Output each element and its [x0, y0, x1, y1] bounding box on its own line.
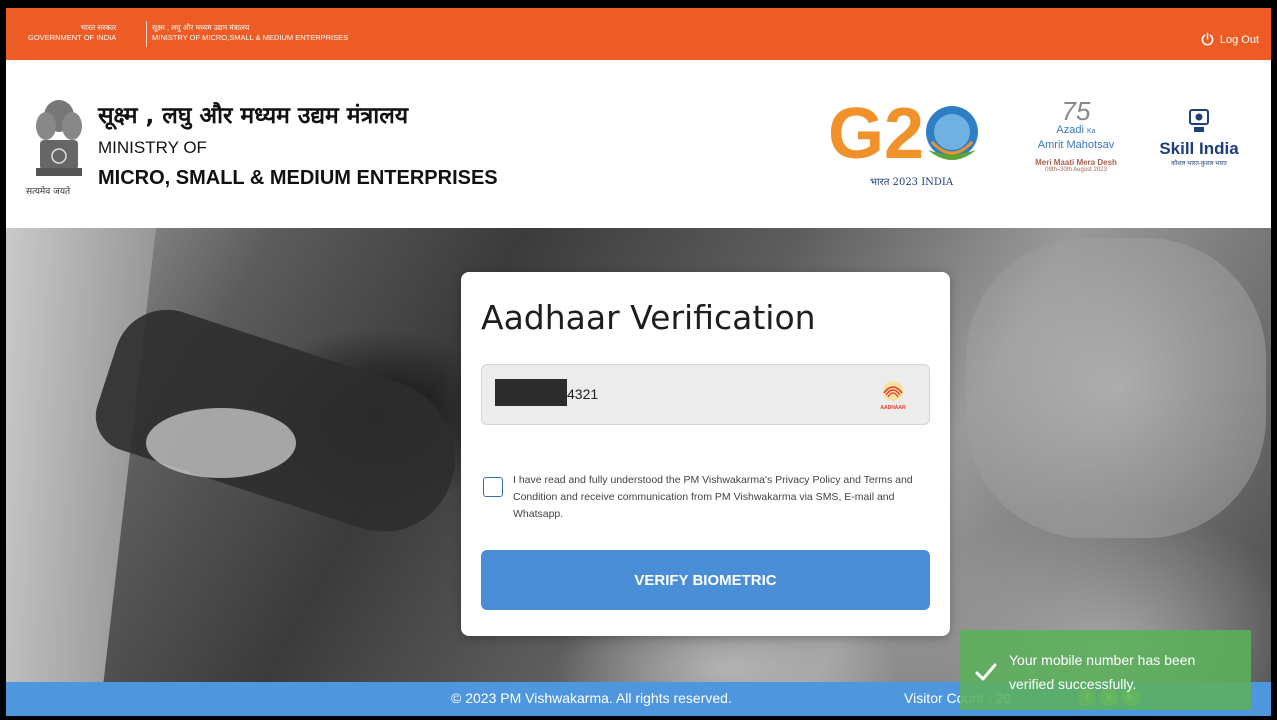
skill-india-title: Skill India [1159, 139, 1239, 158]
gov-english: GOVERNMENT OF INDIA [28, 33, 117, 42]
amrit-ka: Ka [1087, 128, 1096, 135]
toast-message: Your mobile number has been verified suc… [1009, 652, 1196, 692]
amrit-meri-maati: Meri Maati Mera Desh [1035, 158, 1117, 167]
ministry-small-label: सूक्ष्म , लघु और मध्यम उद्यम मंत्रालय MI… [152, 23, 348, 43]
aadhaar-verification-card: Aadhaar Verification 4321 AADHAAR I have… [461, 272, 950, 636]
gov-hindi: भारत सरकार [80, 23, 117, 32]
amrit-mahotsav: Amrit Mahotsav [1037, 139, 1115, 151]
logout-button[interactable]: Log Out [1200, 32, 1259, 47]
power-icon [1201, 32, 1214, 46]
top-strip: भारत सरकार GOVERNMENT OF INDIA सूक्ष्म ,… [6, 8, 1271, 60]
logout-label: Log Out [1219, 33, 1259, 46]
ministry-name: MICRO, SMALL & MEDIUM ENTERPRISES [98, 167, 498, 189]
success-toast[interactable]: Your mobile number has been verified suc… [960, 630, 1251, 710]
g20-emblem-icon: G2 [828, 94, 978, 174]
g20-caption: भारत 2023 INDIA [870, 177, 954, 188]
government-label: भारत सरकार GOVERNMENT OF INDIA [28, 23, 116, 43]
consent-checkbox[interactable] [483, 477, 503, 497]
consent-text: I have read and fully understood the PM … [513, 474, 913, 520]
svg-text:G2: G2 [828, 94, 924, 172]
skill-india-caption: कौशल भारत-कुशल भारत [1171, 161, 1227, 167]
browser-viewport: भारत सरकार GOVERNMENT OF INDIA सूक्ष्म ,… [6, 8, 1271, 716]
emblem-caption: सत्यमेव जयते [26, 187, 71, 197]
amrit-75: 75 [1061, 96, 1091, 126]
copyright-text: © 2023 PM Vishwakarma. All rights reserv… [451, 690, 732, 706]
site-header: सत्यमेव जयते सूक्ष्म , लघु और मध्यम उद्य… [6, 60, 1271, 228]
skill-india-logo: Skill India कौशल भारत-कुशल भारत [1149, 108, 1249, 167]
amrit-azadi: Azadi [1056, 124, 1084, 136]
top-divider [146, 21, 147, 47]
g20-logo: G2 भारत 2023 INDIA [828, 92, 978, 196]
aadhaar-number-value: 4321 [567, 386, 599, 402]
aadhaar-logo-icon: AADHAAR [880, 381, 906, 411]
verify-biometric-button[interactable]: VERIFY BIOMETRIC [481, 550, 930, 610]
amrit-dates: 09th–30th August 2023 [1045, 167, 1107, 173]
checkmark-icon [975, 663, 997, 681]
card-title: Aadhaar Verification [481, 298, 816, 337]
azadi-ka-amrit-mahotsav-logo: 75 Azadi Ka Amrit Mahotsav Meri Maati Me… [1021, 98, 1131, 208]
ministry-hindi-small: सूक्ष्म , लघु और मध्यम उद्यम मंत्रालय [152, 23, 250, 32]
ministry-of-label: MINISTRY OF [98, 138, 207, 157]
skill-india-icon [1189, 109, 1209, 132]
redaction-mask [495, 379, 567, 406]
aadhaar-logo-text: AADHAAR [880, 405, 906, 411]
ministry-english-small: MINISTRY OF MICRO,SMALL & MEDIUM ENTERPR… [152, 33, 349, 42]
aadhaar-number-input[interactable]: 4321 AADHAAR [481, 364, 930, 425]
ministry-hindi-title: सूक्ष्म , लघु और मध्यम उद्यम मंत्रालय [98, 103, 409, 129]
